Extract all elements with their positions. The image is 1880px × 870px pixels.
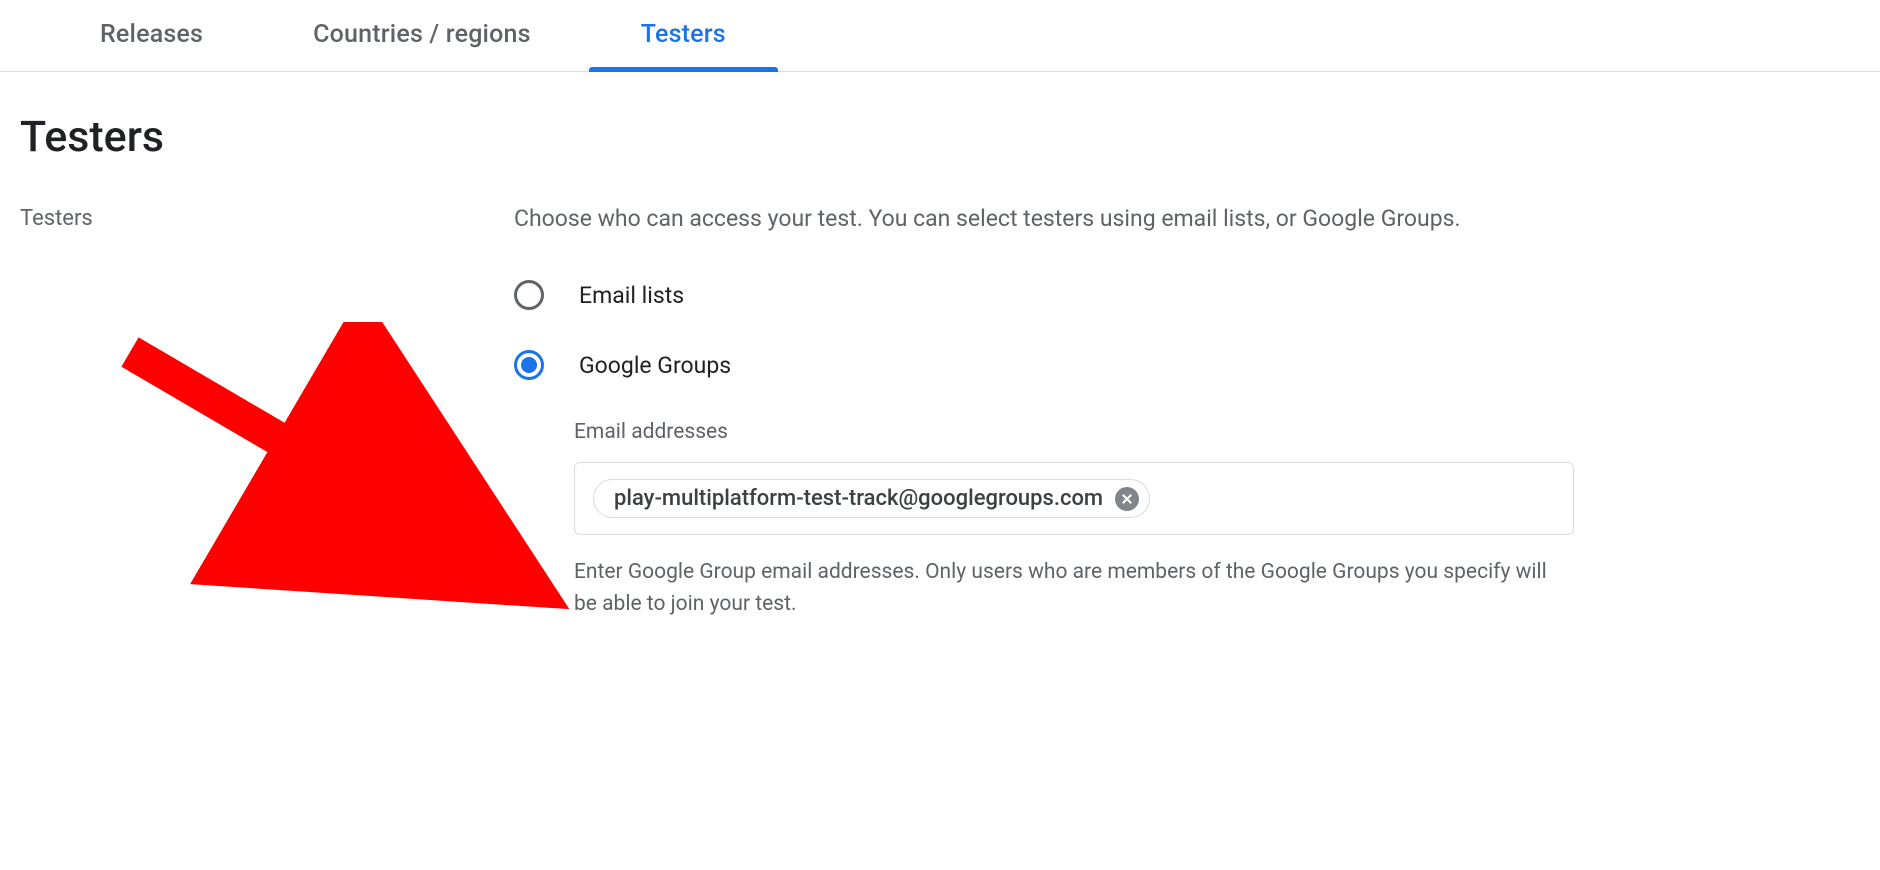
section-description: Choose who can access your test. You can…: [514, 202, 1574, 235]
email-addresses-help: Enter Google Group email addresses. Only…: [574, 557, 1554, 620]
radio-option-google-groups[interactable]: Google Groups: [514, 350, 1574, 380]
email-chip[interactable]: play-multiplatform-test-track@googlegrou…: [593, 479, 1150, 518]
tab-bar: Releases Countries / regions Testers: [0, 0, 1880, 72]
radio-unchecked-icon: [514, 280, 544, 310]
radio-checked-icon: [514, 350, 544, 380]
tab-countries-regions[interactable]: Countries / regions: [313, 0, 531, 71]
email-addresses-field: Email addresses play-multiplatform-test-…: [574, 420, 1574, 620]
email-chip-text: play-multiplatform-test-track@googlegrou…: [614, 486, 1103, 511]
radio-label: Email lists: [579, 282, 684, 309]
radio-label: Google Groups: [579, 352, 731, 379]
radio-option-email-lists[interactable]: Email lists: [514, 280, 1574, 310]
close-icon[interactable]: [1115, 487, 1139, 511]
email-addresses-input[interactable]: play-multiplatform-test-track@googlegrou…: [574, 462, 1574, 535]
section-label-testers: Testers: [20, 202, 514, 620]
page-title: Testers: [20, 112, 1860, 162]
tab-testers[interactable]: Testers: [641, 0, 726, 71]
email-addresses-label: Email addresses: [574, 420, 1574, 444]
tab-releases[interactable]: Releases: [100, 0, 203, 71]
page-body: Testers Testers Choose who can access yo…: [0, 72, 1880, 660]
